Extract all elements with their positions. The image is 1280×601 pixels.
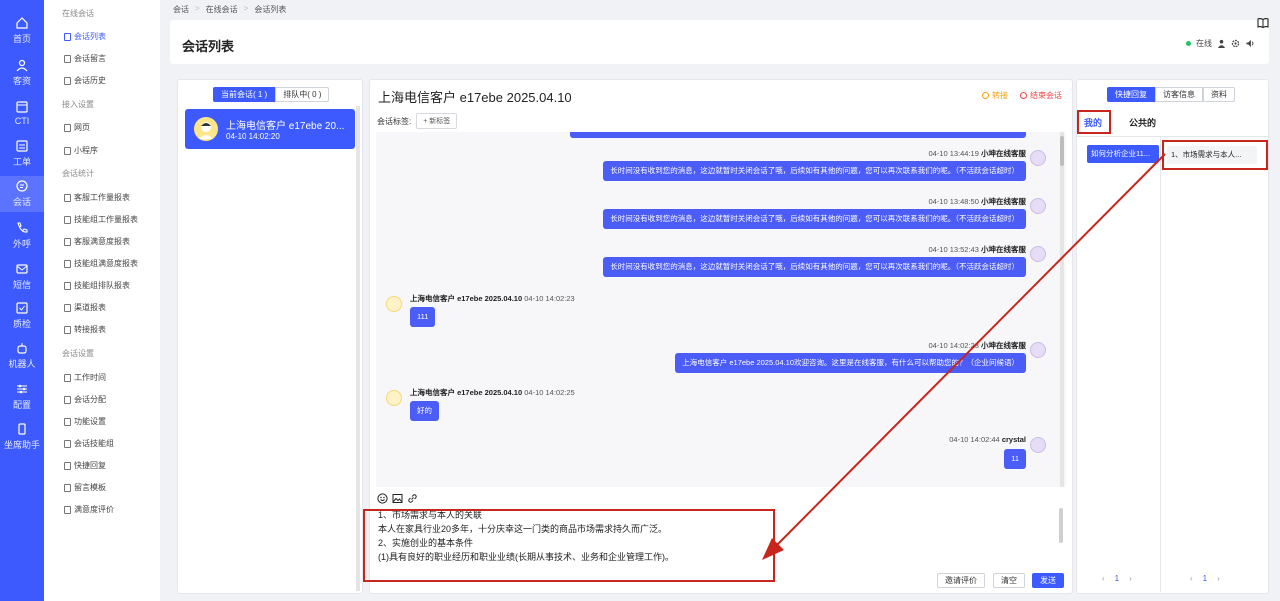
annotation-arrow	[762, 153, 1166, 560]
